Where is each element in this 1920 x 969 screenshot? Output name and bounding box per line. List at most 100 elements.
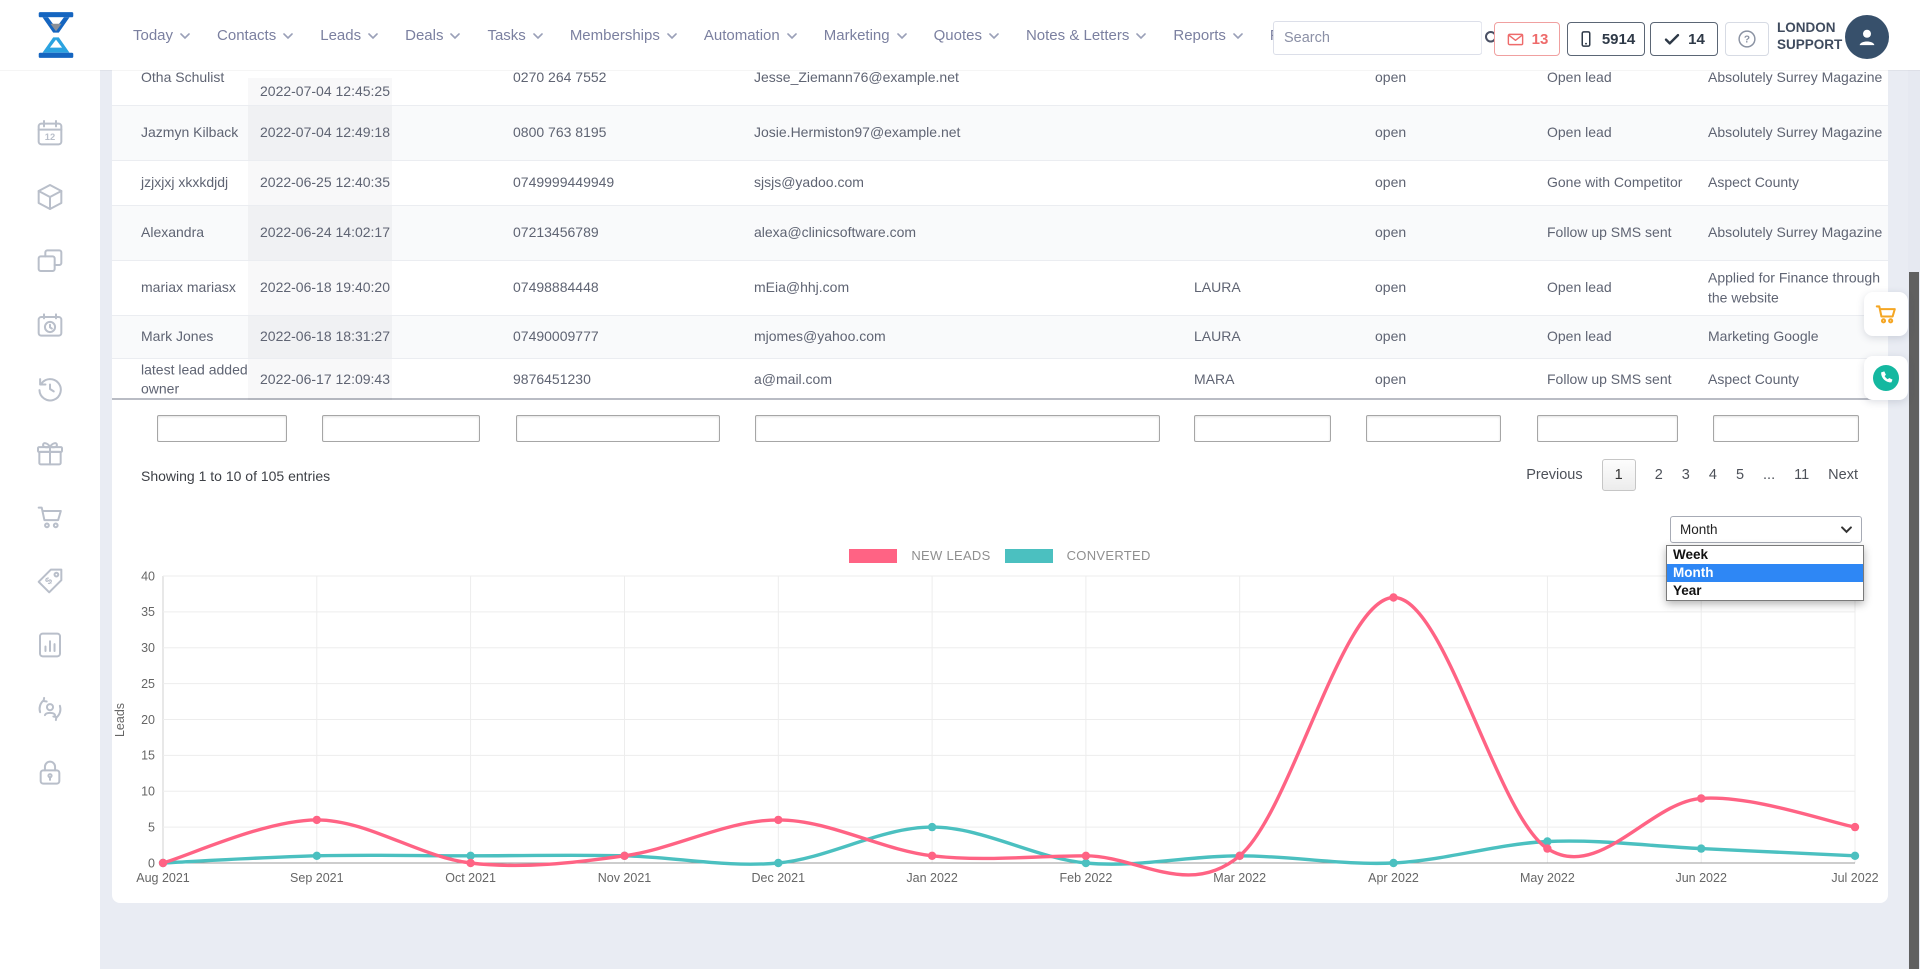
cell-status: open xyxy=(1375,370,1485,390)
nav-item-reports[interactable]: Reports xyxy=(1173,27,1243,44)
nav-item-marketing[interactable]: Marketing xyxy=(824,27,907,44)
nav-item-label: Marketing xyxy=(824,27,890,44)
avatar[interactable] xyxy=(1845,15,1889,59)
pagination-page[interactable]: 2 xyxy=(1655,467,1663,483)
price-tag-icon: $ xyxy=(34,565,66,597)
cell-lead-status: Open lead xyxy=(1547,327,1697,347)
user-refresh-icon xyxy=(34,693,66,725)
report-chart-icon xyxy=(34,629,66,661)
help-icon: ? xyxy=(1736,28,1758,50)
svg-text:Sep 2021: Sep 2021 xyxy=(290,871,344,885)
cell-status: open xyxy=(1375,223,1485,243)
svg-text:Mar 2022: Mar 2022 xyxy=(1213,871,1266,885)
pagination-previous[interactable]: Previous xyxy=(1526,467,1582,483)
svg-text:25: 25 xyxy=(141,677,155,691)
pagination-page-current[interactable]: 1 xyxy=(1602,459,1636,491)
cell-date: 2022-06-17 12:09:43 xyxy=(248,359,392,400)
sidebar-item-cart[interactable] xyxy=(33,500,67,534)
floating-phone-button[interactable] xyxy=(1864,356,1908,400)
scrollbar-thumb[interactable] xyxy=(1909,272,1919,969)
svg-text:Nov 2021: Nov 2021 xyxy=(598,871,652,885)
nav-item-leads[interactable]: Leads xyxy=(320,27,378,44)
sidebar-item-price-tag[interactable]: $ xyxy=(33,564,67,598)
column-filter-input[interactable] xyxy=(1194,415,1331,442)
sidebar-item-gift[interactable] xyxy=(33,436,67,470)
sidebar-item-package[interactable] xyxy=(33,180,67,214)
nav-item-deals[interactable]: Deals xyxy=(405,27,460,44)
smartphone-icon xyxy=(1577,30,1595,48)
cell-lead-status: Open lead xyxy=(1547,278,1697,298)
sidebar-item-history[interactable] xyxy=(33,372,67,406)
tasks-badge[interactable]: 14 xyxy=(1650,22,1718,56)
pagination-page[interactable]: 3 xyxy=(1682,467,1690,483)
column-filter-input[interactable] xyxy=(1537,415,1678,442)
nav-item-tasks[interactable]: Tasks xyxy=(487,27,542,44)
nav-item-memberships[interactable]: Memberships xyxy=(570,27,677,44)
column-filter-input[interactable] xyxy=(1366,415,1501,442)
pagination-page[interactable]: 11 xyxy=(1794,467,1809,483)
table-row[interactable]: Alexandra2022-06-24 14:02:1707213456789a… xyxy=(112,205,1888,260)
cell-name: Jazmyn Kilback xyxy=(141,123,253,143)
sidebar-item-lock[interactable] xyxy=(33,756,67,790)
sidebar-item-user-refresh[interactable] xyxy=(33,692,67,726)
whatsapp-phone-icon xyxy=(1871,363,1901,393)
pagination-next[interactable]: Next xyxy=(1828,467,1858,483)
table-row[interactable]: Otha Schulist2022-07-04 12:45:250270 264… xyxy=(112,70,1888,105)
nav-item-label: Reports xyxy=(1173,27,1226,44)
cell-status: open xyxy=(1375,327,1485,347)
table-row[interactable]: Mark Jones2022-06-18 18:31:2707490009777… xyxy=(112,315,1888,358)
column-filter-input[interactable] xyxy=(516,415,720,442)
top-header: Today Contacts Leads Deals Tasks Memberships A… xyxy=(0,0,1920,70)
column-filter-input[interactable] xyxy=(157,415,287,442)
pagination-page[interactable]: 5 xyxy=(1736,467,1744,483)
pagination-page[interactable]: 4 xyxy=(1709,467,1717,483)
cell-lead-status: Open lead xyxy=(1547,123,1697,143)
sidebar-item-calendar-alarm[interactable] xyxy=(33,308,67,342)
table-row[interactable]: latest lead added owner2022-06-17 12:09:… xyxy=(112,358,1888,400)
cell-lead-status: Gone with Competitor xyxy=(1547,173,1697,193)
nav-item-today[interactable]: Today xyxy=(133,27,190,44)
nav-item-quotes[interactable]: Quotes xyxy=(934,27,999,44)
sidebar-item-calendar-date[interactable]: 12 xyxy=(33,116,67,150)
table-row[interactable]: jzjxjxj xkxkdjdj2022-06-25 12:40:3507499… xyxy=(112,160,1888,205)
cell-source: Applied for Finance through the website xyxy=(1708,268,1888,307)
lock-icon xyxy=(34,757,66,789)
cell-date: 2022-06-25 12:40:35 xyxy=(248,161,392,205)
cell-source: Aspect County xyxy=(1708,370,1888,390)
search-input[interactable] xyxy=(1274,30,1481,46)
svg-text:5: 5 xyxy=(148,820,155,834)
chevron-down-icon xyxy=(533,33,543,40)
cell-phone: 0749999449949 xyxy=(513,173,683,193)
calls-badge[interactable]: 5914 xyxy=(1567,22,1645,56)
table-row[interactable]: Jazmyn Kilback2022-07-04 12:49:180800 76… xyxy=(112,105,1888,160)
cell-status: open xyxy=(1375,123,1485,143)
dropdown-option-month[interactable]: Month xyxy=(1667,564,1863,582)
svg-text:$: $ xyxy=(43,575,55,587)
nav-item-notes-letters[interactable]: Notes & Letters xyxy=(1026,27,1146,44)
floating-cart-button[interactable] xyxy=(1864,292,1908,336)
chevron-down-icon xyxy=(450,33,460,40)
dropdown-option-week[interactable]: Week xyxy=(1667,546,1863,564)
svg-text:Jan 2022: Jan 2022 xyxy=(906,871,957,885)
help-button[interactable]: ? xyxy=(1725,22,1769,56)
nav-item-contacts[interactable]: Contacts xyxy=(217,27,293,44)
cell-phone: 0270 264 7552 xyxy=(513,70,683,88)
table-row[interactable]: mariax mariasx2022-06-18 19:40:200749888… xyxy=(112,260,1888,315)
sidebar-item-report-chart[interactable] xyxy=(33,628,67,662)
app-logo-icon[interactable] xyxy=(28,7,84,63)
chevron-down-icon xyxy=(1136,33,1146,40)
column-filter-input[interactable] xyxy=(755,415,1160,442)
nav-item-label: Today xyxy=(133,27,173,44)
dropdown-option-year[interactable]: Year xyxy=(1667,582,1863,600)
column-filter-input[interactable] xyxy=(1713,415,1859,442)
package-icon xyxy=(34,181,66,213)
cell-phone: 0800 763 8195 xyxy=(513,123,683,143)
sidebar-item-pages[interactable] xyxy=(33,244,67,278)
nav-item-label: Contacts xyxy=(217,27,276,44)
nav-item-automation[interactable]: Automation xyxy=(704,27,797,44)
nav-item-label: Notes & Letters xyxy=(1026,27,1129,44)
legend-label: NEW LEADS xyxy=(911,548,990,563)
messages-badge[interactable]: 13 xyxy=(1494,22,1560,56)
column-filter-input[interactable] xyxy=(322,415,480,442)
chart-range-dropdown: WeekMonthYear xyxy=(1666,545,1864,601)
